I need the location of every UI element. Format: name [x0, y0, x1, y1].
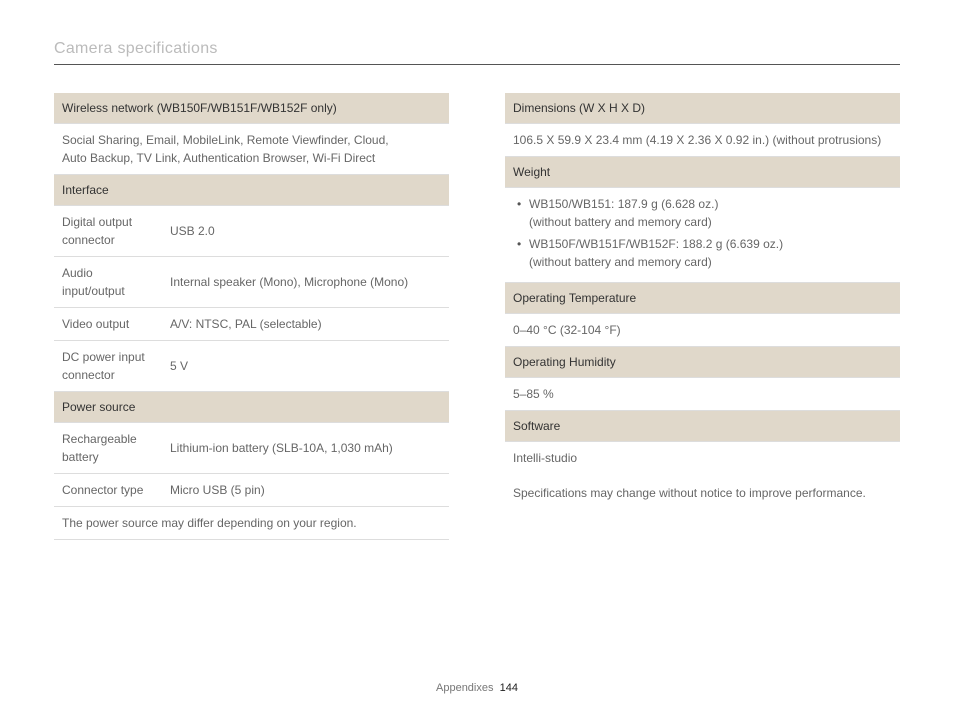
table-row: Video output A/V: NTSC, PAL (selectable): [54, 308, 449, 341]
spec-footnote: Specifications may change without notice…: [505, 486, 900, 500]
row-value: Internal speaker (Mono), Microphone (Mon…: [162, 257, 449, 308]
temp-value: 0–40 °C (32-104 °F): [505, 314, 900, 347]
row-label: Digital output connector: [54, 206, 162, 257]
left-column: Wireless network (WB150F/WB151F/WB152F o…: [54, 93, 449, 540]
section-header-dimensions: Dimensions (W X H X D): [505, 93, 900, 124]
weight-list: WB150/WB151: 187.9 g (6.628 oz.) (withou…: [513, 195, 892, 271]
table-row: Rechargeable battery Lithium-ion battery…: [54, 423, 449, 474]
table-row: Audio input/output Internal speaker (Mon…: [54, 257, 449, 308]
section-header-humidity: Operating Humidity: [505, 347, 900, 378]
row-value: Micro USB (5 pin): [162, 474, 449, 507]
wireless-line-1: Social Sharing, Email, MobileLink, Remot…: [62, 133, 389, 147]
row-label: Video output: [54, 308, 162, 341]
table-row: Digital output connector USB 2.0: [54, 206, 449, 257]
footer-section: Appendixes: [436, 682, 494, 694]
section-header-temp: Operating Temperature: [505, 283, 900, 314]
page-title: Camera specifications: [54, 40, 900, 65]
document-page: Camera specifications Wireless network (…: [0, 0, 954, 720]
row-value: A/V: NTSC, PAL (selectable): [162, 308, 449, 341]
right-column: Dimensions (W X H X D) 106.5 X 59.9 X 23…: [505, 93, 900, 540]
section-header-interface: Interface: [54, 175, 449, 206]
humidity-value: 5–85 %: [505, 378, 900, 411]
row-label: Connector type: [54, 474, 162, 507]
footer-page-number: 144: [500, 682, 518, 694]
section-header-software: Software: [505, 411, 900, 442]
section-header-wireless: Wireless network (WB150F/WB151F/WB152F o…: [54, 93, 449, 124]
list-item: WB150/WB151: 187.9 g (6.628 oz.) (withou…: [517, 195, 892, 231]
row-value: 5 V: [162, 341, 449, 392]
wireless-line-2: Auto Backup, TV Link, Authentication Bro…: [62, 151, 375, 165]
weight-item-2a: WB150F/WB151F/WB152F: 188.2 g (6.639 oz.…: [529, 237, 783, 251]
table-row: Connector type Micro USB (5 pin): [54, 474, 449, 507]
page-footer: Appendixes 144: [0, 682, 954, 694]
row-label: DC power input connector: [54, 341, 162, 392]
row-label: Audio input/output: [54, 257, 162, 308]
spec-table-left: Wireless network (WB150F/WB151F/WB152F o…: [54, 93, 449, 540]
row-value: Lithium-ion battery (SLB-10A, 1,030 mAh): [162, 423, 449, 474]
table-row: The power source may differ depending on…: [54, 507, 449, 540]
weight-value: WB150/WB151: 187.9 g (6.628 oz.) (withou…: [505, 188, 900, 283]
section-header-power: Power source: [54, 392, 449, 423]
section-header-weight: Weight: [505, 157, 900, 188]
wireless-body: Social Sharing, Email, MobileLink, Remot…: [54, 124, 449, 175]
weight-item-1b: (without battery and memory card): [529, 213, 892, 231]
weight-item-1a: WB150/WB151: 187.9 g (6.628 oz.): [529, 197, 718, 211]
spec-table-right: Dimensions (W X H X D) 106.5 X 59.9 X 23…: [505, 93, 900, 474]
weight-item-2b: (without battery and memory card): [529, 253, 892, 271]
list-item: WB150F/WB151F/WB152F: 188.2 g (6.639 oz.…: [517, 235, 892, 271]
power-note: The power source may differ depending on…: [54, 507, 449, 540]
software-value: Intelli-studio: [505, 442, 900, 475]
content-columns: Wireless network (WB150F/WB151F/WB152F o…: [54, 93, 900, 540]
table-row: DC power input connector 5 V: [54, 341, 449, 392]
row-label: Rechargeable battery: [54, 423, 162, 474]
dimensions-value: 106.5 X 59.9 X 23.4 mm (4.19 X 2.36 X 0.…: [505, 124, 900, 157]
row-value: USB 2.0: [162, 206, 449, 257]
